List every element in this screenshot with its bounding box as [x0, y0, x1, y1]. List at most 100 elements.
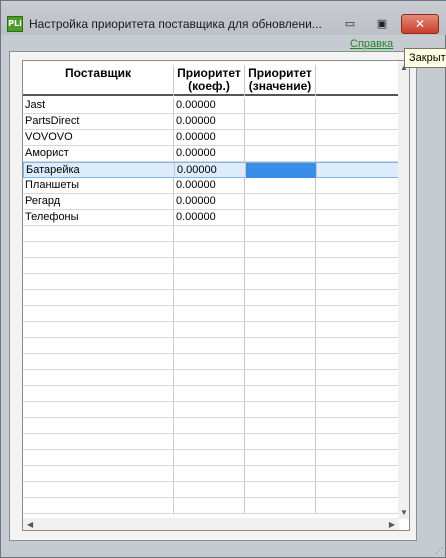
cell-priority-value[interactable]	[245, 130, 316, 145]
cell-priority-value[interactable]	[245, 290, 316, 305]
cell-priority-coef[interactable]: 0.00000	[175, 163, 246, 178]
table-row[interactable]	[23, 354, 399, 370]
column-header-empty[interactable]	[316, 65, 399, 96]
cell-priority-coef[interactable]	[174, 226, 245, 241]
cell-supplier[interactable]	[23, 226, 174, 241]
cell-empty[interactable]	[316, 338, 399, 353]
table-row[interactable]: Батарейка 0.00000	[23, 162, 400, 178]
column-header-supplier[interactable]: Поставщик	[23, 65, 174, 96]
minimize-button[interactable]: ▭	[337, 15, 363, 33]
cell-priority-coef[interactable]	[174, 418, 245, 433]
table-row[interactable]	[23, 290, 399, 306]
cell-supplier[interactable]: Jast	[23, 98, 174, 113]
cell-empty[interactable]	[316, 370, 399, 385]
cell-empty[interactable]	[316, 482, 399, 497]
cell-priority-coef[interactable]	[174, 434, 245, 449]
cell-priority-coef[interactable]	[174, 306, 245, 321]
table-row[interactable]	[23, 370, 399, 386]
column-header-priority-value[interactable]: Приоритет (значение)	[245, 65, 316, 96]
cell-empty[interactable]	[316, 386, 399, 401]
cell-supplier[interactable]	[23, 450, 174, 465]
cell-priority-value[interactable]	[245, 322, 316, 337]
cell-supplier[interactable]	[23, 338, 174, 353]
cell-supplier[interactable]	[23, 258, 174, 273]
help-link[interactable]: Справка	[350, 38, 393, 50]
cell-priority-value[interactable]	[245, 482, 316, 497]
cell-priority-coef[interactable]	[174, 386, 245, 401]
column-header-priority-coef[interactable]: Приоритет (коеф.)	[174, 65, 245, 96]
cell-supplier[interactable]: Телефоны	[23, 210, 174, 225]
cell-priority-coef[interactable]: 0.00000	[174, 178, 245, 193]
table-row[interactable]	[23, 434, 399, 450]
cell-empty[interactable]	[316, 450, 399, 465]
table-row[interactable]	[23, 226, 399, 242]
cell-supplier[interactable]	[23, 386, 174, 401]
horizontal-scrollbar[interactable]: ◀ ▶	[23, 518, 399, 530]
cell-empty[interactable]	[316, 434, 399, 449]
cell-supplier[interactable]: Аморист	[23, 146, 174, 161]
cell-empty[interactable]	[317, 163, 400, 178]
cell-priority-coef[interactable]: 0.00000	[174, 98, 245, 113]
cell-empty[interactable]	[316, 242, 399, 257]
cell-priority-coef[interactable]	[174, 466, 245, 481]
vertical-scrollbar[interactable]: ▲ ▼	[398, 61, 409, 519]
cell-priority-coef[interactable]	[174, 274, 245, 289]
cell-empty[interactable]	[316, 98, 399, 113]
cell-supplier[interactable]	[23, 434, 174, 449]
cell-empty[interactable]	[316, 130, 399, 145]
cell-priority-value[interactable]	[245, 146, 316, 161]
cell-priority-coef[interactable]: 0.00000	[174, 130, 245, 145]
cell-empty[interactable]	[316, 290, 399, 305]
table-row[interactable]: Аморист 0.00000	[23, 146, 399, 162]
cell-supplier[interactable]	[23, 482, 174, 497]
cell-empty[interactable]	[316, 114, 399, 129]
cell-supplier[interactable]: Регард	[23, 194, 174, 209]
cell-priority-value[interactable]	[245, 210, 316, 225]
cell-supplier[interactable]	[23, 354, 174, 369]
cell-empty[interactable]	[316, 306, 399, 321]
cell-priority-value[interactable]	[245, 434, 316, 449]
cell-empty[interactable]	[316, 354, 399, 369]
cell-supplier[interactable]	[23, 306, 174, 321]
scroll-left-icon[interactable]: ◀	[27, 520, 33, 529]
cell-priority-coef[interactable]: 0.00000	[174, 210, 245, 225]
cell-priority-coef[interactable]: 0.00000	[174, 194, 245, 209]
cell-empty[interactable]	[316, 466, 399, 481]
cell-priority-value[interactable]	[245, 194, 316, 209]
cell-empty[interactable]	[316, 194, 399, 209]
table-row[interactable]	[23, 274, 399, 290]
cell-priority-coef[interactable]: 0.00000	[174, 146, 245, 161]
cell-empty[interactable]	[316, 402, 399, 417]
table-row[interactable]: Телефоны 0.00000	[23, 210, 399, 226]
cell-priority-coef[interactable]	[174, 338, 245, 353]
table-row[interactable]	[23, 402, 399, 418]
cell-supplier[interactable]	[23, 242, 174, 257]
close-button[interactable]: ✕	[401, 14, 439, 34]
table-row[interactable]: Регард 0.00000	[23, 194, 399, 210]
resize-grip-icon[interactable]: ⋰	[435, 546, 443, 555]
cell-priority-value[interactable]	[245, 450, 316, 465]
cell-empty[interactable]	[316, 418, 399, 433]
cell-supplier[interactable]: VOVOVO	[23, 130, 174, 145]
cell-priority-value[interactable]	[245, 466, 316, 481]
cell-priority-value[interactable]	[245, 338, 316, 353]
table-row[interactable]: Планшеты 0.00000	[23, 178, 399, 194]
maximize-button[interactable]: ▣	[369, 15, 395, 33]
cell-priority-value[interactable]	[245, 114, 316, 129]
cell-priority-coef[interactable]	[174, 258, 245, 273]
title-bar[interactable]: PLi Настройка приоритета поставщика для …	[1, 1, 446, 35]
cell-priority-value[interactable]	[245, 370, 316, 385]
cell-supplier[interactable]: Планшеты	[23, 178, 174, 193]
table-row[interactable]	[23, 418, 399, 434]
cell-supplier[interactable]	[23, 466, 174, 481]
cell-supplier[interactable]	[23, 402, 174, 417]
cell-supplier[interactable]	[23, 274, 174, 289]
scroll-down-icon[interactable]: ▼	[400, 508, 408, 517]
cell-supplier[interactable]	[23, 322, 174, 337]
cell-priority-coef[interactable]	[174, 482, 245, 497]
table-row[interactable]	[23, 322, 399, 338]
cell-priority-coef[interactable]	[174, 450, 245, 465]
table-row[interactable]	[23, 242, 399, 258]
table-row[interactable]	[23, 386, 399, 402]
cell-priority-coef[interactable]	[174, 290, 245, 305]
